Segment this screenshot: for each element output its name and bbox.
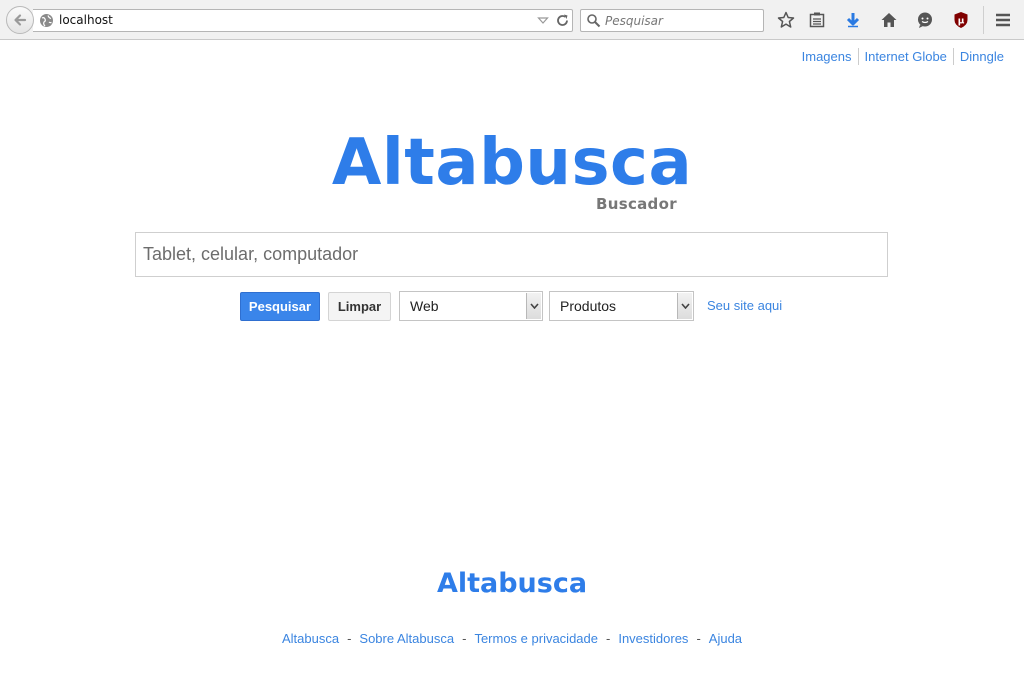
- top-link-dinngle[interactable]: Dinngle: [952, 48, 1010, 65]
- site-logo: Altabusca: [331, 126, 693, 200]
- chevron-down-icon: [526, 293, 541, 319]
- search-input[interactable]: [135, 232, 888, 277]
- bookmark-star-icon[interactable]: [776, 10, 796, 30]
- reload-icon[interactable]: [555, 13, 570, 28]
- footer-logo[interactable]: Altabusca: [0, 568, 1024, 599]
- footer-separator: -: [347, 631, 352, 646]
- footer-link-investidores[interactable]: Investidores: [618, 631, 688, 646]
- back-button[interactable]: [6, 6, 34, 34]
- site-tagline: Buscador: [596, 195, 677, 213]
- chat-icon[interactable]: [915, 10, 935, 30]
- footer-separator: -: [606, 631, 611, 646]
- category-select[interactable]: Produtos: [549, 291, 694, 321]
- footer-link-termos[interactable]: Termos e privacidade: [474, 631, 598, 646]
- search-button[interactable]: Pesquisar: [240, 292, 320, 321]
- reading-list-icon[interactable]: [807, 10, 827, 30]
- ublock-label: µ: [958, 17, 965, 27]
- category-value: Produtos: [560, 298, 617, 314]
- top-links: Imagens Internet Globe Dinngle: [796, 48, 1010, 65]
- footer-link-sobre[interactable]: Sobre Altabusca: [359, 631, 454, 646]
- top-link-imagens[interactable]: Imagens: [796, 48, 858, 65]
- menu-icon[interactable]: [993, 10, 1013, 30]
- search-icon: [586, 13, 601, 28]
- url-text[interactable]: localhost: [59, 13, 113, 27]
- search-type-select[interactable]: Web: [399, 291, 543, 321]
- browser-search-bar[interactable]: Pesquisar: [580, 9, 764, 32]
- footer-link-ajuda[interactable]: Ajuda: [709, 631, 742, 646]
- footer-links: Altabusca - Sobre Altabusca - Termos e p…: [0, 631, 1024, 646]
- clear-button[interactable]: Limpar: [328, 292, 391, 321]
- footer-separator: -: [462, 631, 467, 646]
- globe-icon: [39, 13, 54, 28]
- browser-toolbar: localhost Pesquisar µ: [0, 0, 1024, 40]
- back-arrow-icon: [14, 14, 27, 26]
- toolbar-divider: [983, 6, 984, 34]
- footer-link-altabusca[interactable]: Altabusca: [282, 631, 339, 646]
- footer-separator: -: [696, 631, 701, 646]
- chevron-down-icon: [677, 293, 692, 319]
- browser-search-placeholder: Pesquisar: [605, 14, 663, 28]
- add-site-link[interactable]: Seu site aqui: [707, 298, 782, 313]
- search-type-value: Web: [410, 298, 439, 314]
- url-bar[interactable]: localhost: [33, 9, 573, 32]
- home-icon[interactable]: [879, 10, 899, 30]
- download-icon[interactable]: [843, 10, 863, 30]
- dropdown-arrow-icon[interactable]: [537, 13, 549, 28]
- ublock-icon[interactable]: µ: [951, 10, 971, 30]
- top-link-internet-globe[interactable]: Internet Globe: [857, 48, 953, 65]
